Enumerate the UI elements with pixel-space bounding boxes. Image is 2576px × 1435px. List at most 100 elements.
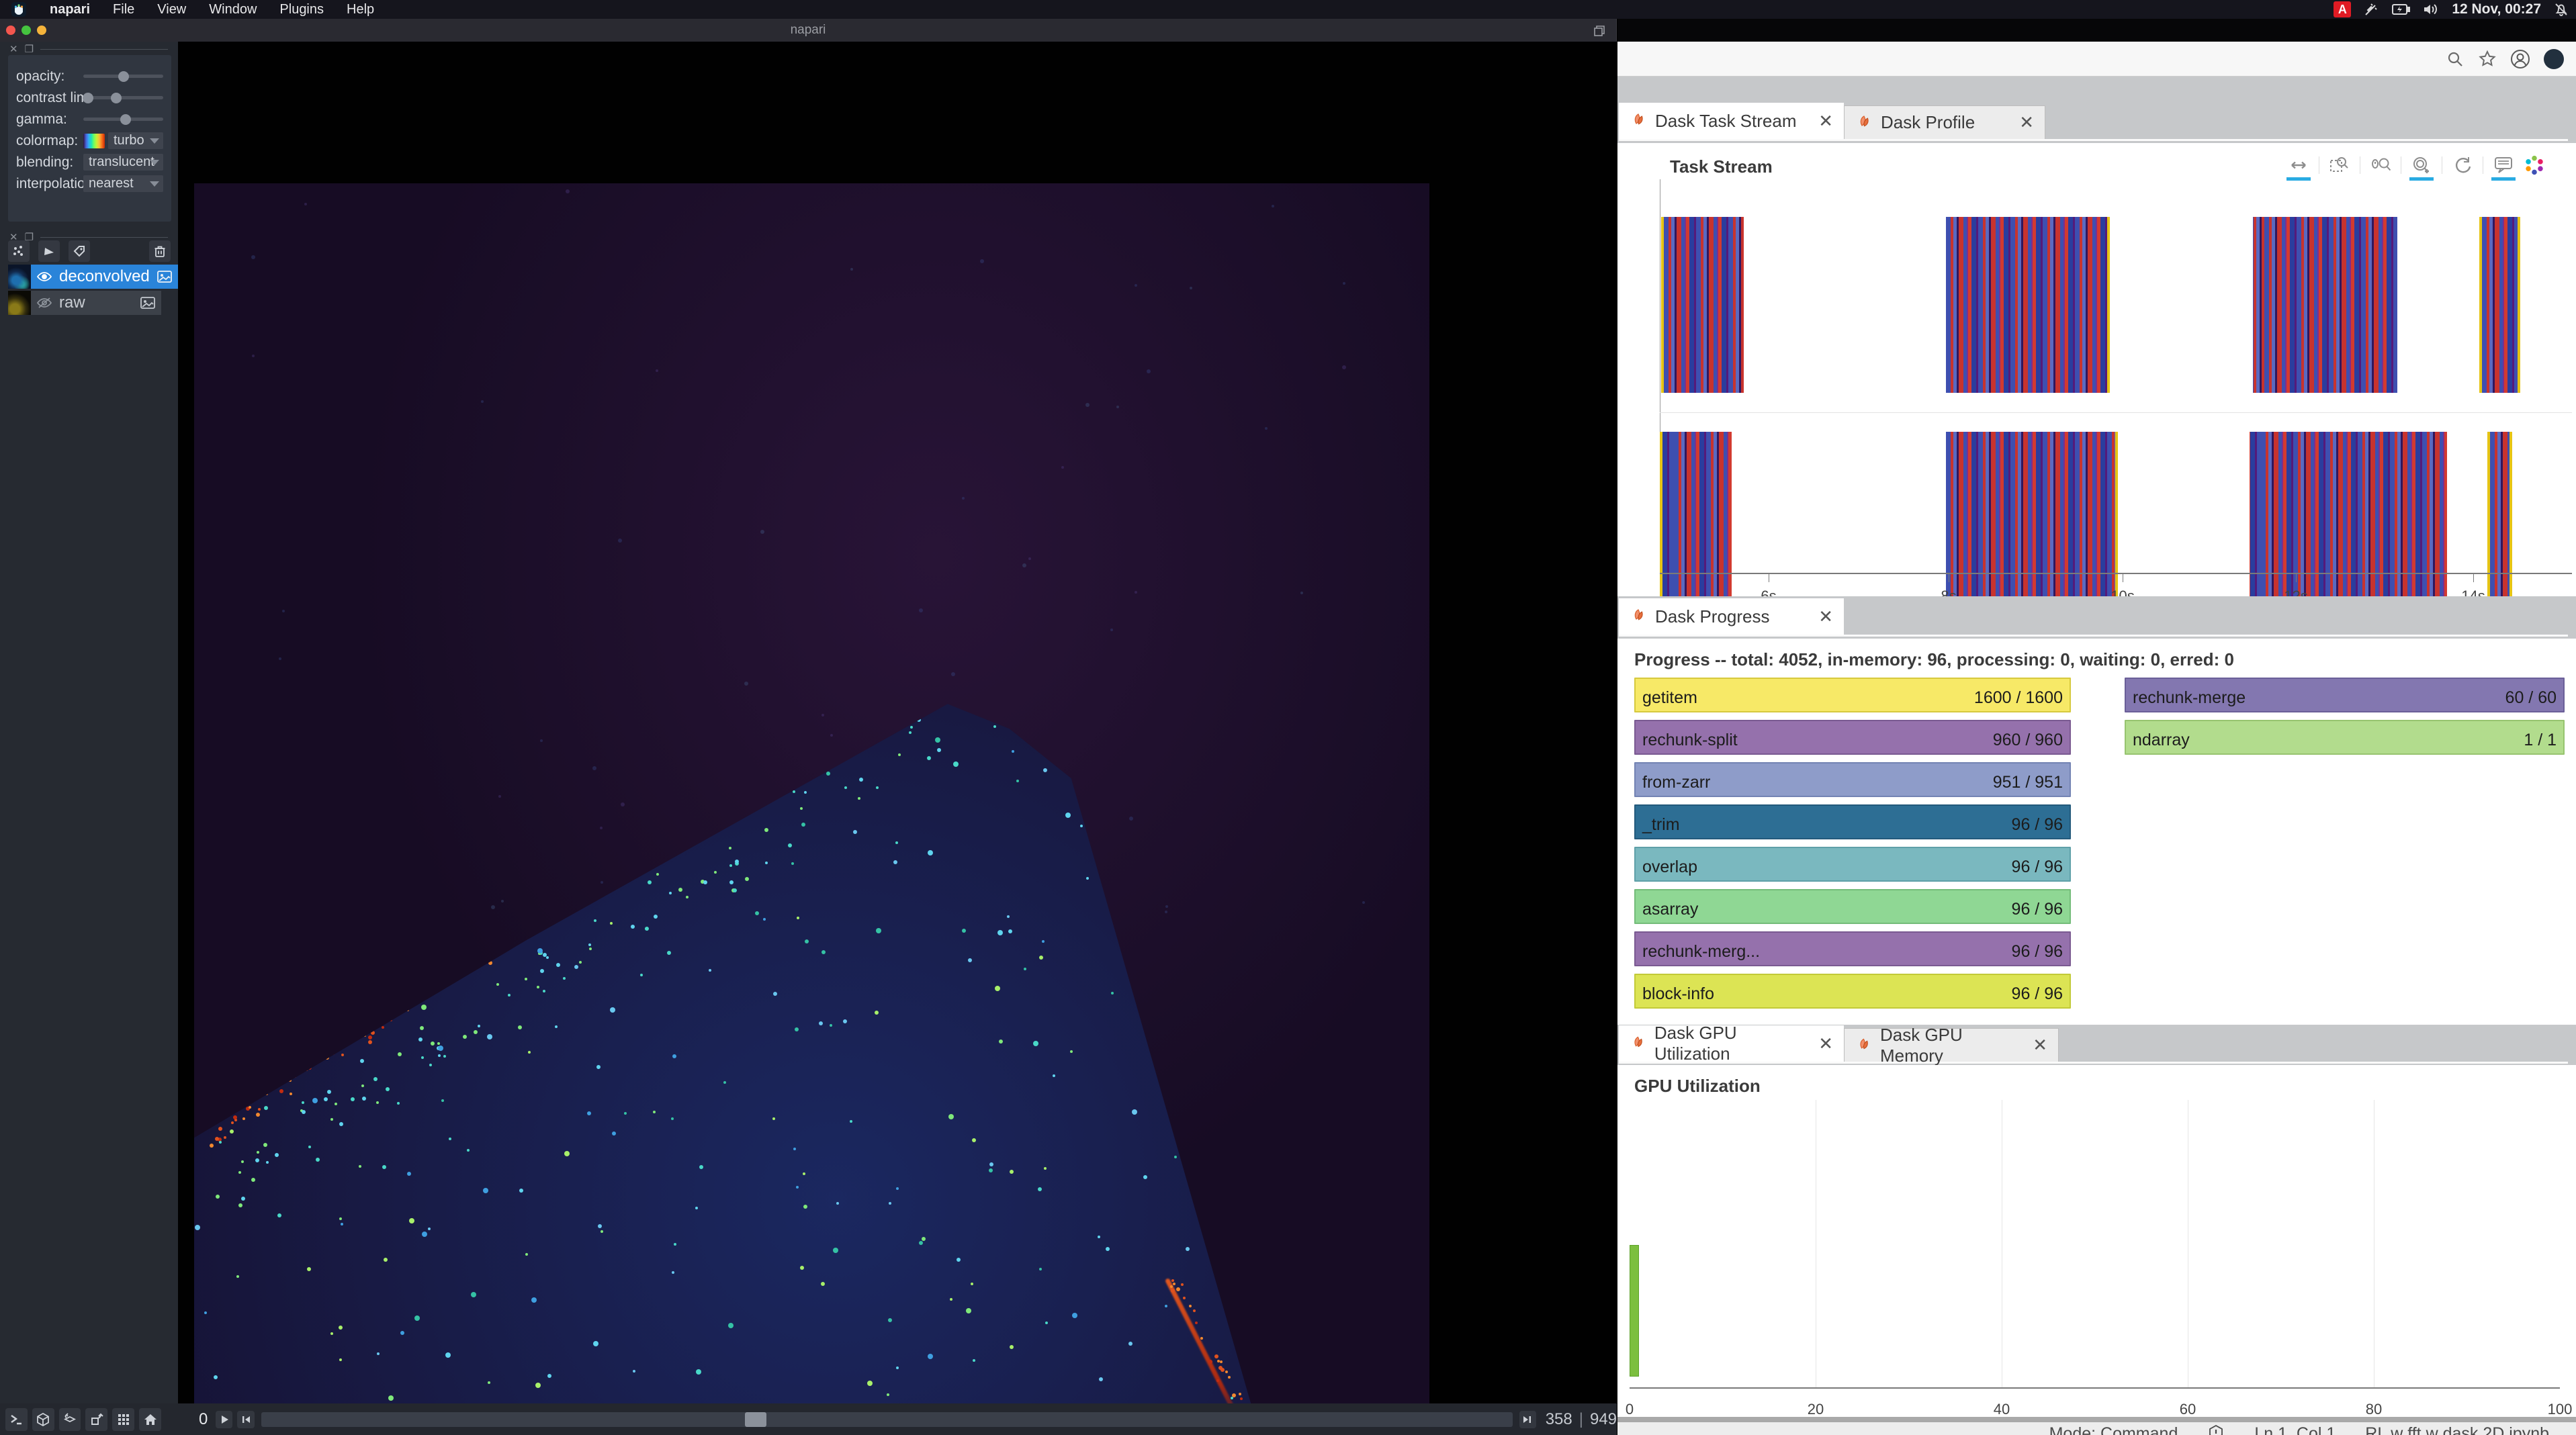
blending-dropdown[interactable]: translucent xyxy=(83,154,163,171)
task-burst xyxy=(2479,217,2520,393)
keyboard-layout-indicator[interactable]: A xyxy=(2334,1,2351,17)
x-tick-label: 14s xyxy=(2461,588,2485,596)
visibility-off-icon[interactable] xyxy=(36,297,52,309)
task-burst xyxy=(2487,432,2512,596)
layer-row-deconvolved[interactable]: deconvolved xyxy=(8,265,161,289)
gamma-slider[interactable] xyxy=(83,118,163,121)
colormap-label: colormap: xyxy=(16,133,83,149)
dask-logo-icon xyxy=(1630,112,1647,130)
dims-slider[interactable] xyxy=(261,1412,1513,1427)
grid-view-button[interactable] xyxy=(112,1408,134,1431)
jupyter-statusbar: Mode: Command Ln 1, Col 1 RL w fft w das… xyxy=(1617,1422,2576,1435)
opacity-slider[interactable] xyxy=(83,75,163,78)
task-stream-panel: Task Stream xyxy=(1617,143,2576,596)
layer-name: raw xyxy=(59,293,85,312)
battery-icon[interactable] xyxy=(2391,2,2410,17)
window-restore-icon[interactable] xyxy=(1593,25,1605,37)
frame-back-button[interactable] xyxy=(237,1411,254,1428)
notifications-off-icon[interactable] xyxy=(2553,1,2569,17)
tab-dask-task-stream[interactable]: Dask Task Stream ✕ xyxy=(1619,103,1844,139)
notebook-name[interactable]: RL w fft w dask 2D.ipynb xyxy=(2365,1424,2549,1435)
dock-float-icon[interactable]: ❐ xyxy=(25,43,34,55)
console-button[interactable] xyxy=(5,1408,28,1431)
menu-item-file[interactable]: File xyxy=(113,2,134,17)
x-tick-label: 60 xyxy=(2180,1401,2196,1417)
gpu-utilization-bar xyxy=(1630,1245,1639,1377)
gpu-utilization-plot[interactable]: 0 20 40 60 80 100 xyxy=(1630,1100,2560,1387)
chevron-down-icon xyxy=(150,181,159,187)
hover-tool-icon[interactable] xyxy=(2493,154,2514,177)
opacity-label: opacity: xyxy=(16,68,83,85)
gpu-tabbar: Dask GPU Utilization ✕ Dask GPU Memory ✕ xyxy=(1619,1027,2568,1064)
dims-slider-handle[interactable] xyxy=(745,1412,766,1427)
tab-dask-progress[interactable]: Dask Progress ✕ xyxy=(1619,598,1844,635)
progress-panel: Progress -- total: 4052, in-memory: 96, … xyxy=(1617,639,2576,1025)
search-icon[interactable] xyxy=(2446,50,2464,68)
wheel-zoom-tool-icon[interactable] xyxy=(2370,154,2391,177)
bokeh-toolbar xyxy=(2288,154,2545,177)
pan-tool-icon[interactable] xyxy=(2288,154,2309,177)
colormap-dropdown[interactable]: turbo xyxy=(108,132,163,149)
image-layer-icon xyxy=(140,296,156,310)
interpolation-dropdown[interactable]: nearest xyxy=(83,175,163,192)
window-title: napari xyxy=(0,23,1616,38)
transpose-dimensions-button[interactable] xyxy=(85,1408,107,1431)
layer-controls-dock: ✕❐ opacity: contrast limits: gamma: colo… xyxy=(0,42,178,1422)
layer-name: deconvolved xyxy=(59,267,150,286)
menu-item-window[interactable]: Window xyxy=(209,2,257,17)
x-tick-label: 8s xyxy=(1941,588,1956,596)
bokeh-logo-icon[interactable] xyxy=(2524,154,2545,177)
add-points-layer-button[interactable] xyxy=(8,240,30,262)
contrast-slider[interactable] xyxy=(83,96,163,99)
task-burst xyxy=(1661,217,1744,393)
close-tab-icon[interactable]: ✕ xyxy=(1818,606,1833,627)
close-tab-icon[interactable]: ✕ xyxy=(1818,111,1833,132)
microscopy-image xyxy=(194,183,1429,1422)
tab-dask-profile[interactable]: Dask Profile ✕ xyxy=(1844,105,2045,139)
box-zoom-tool-icon[interactable] xyxy=(2329,154,2350,177)
bell-icon[interactable] xyxy=(2207,1424,2225,1435)
menu-item-view[interactable]: View xyxy=(157,2,186,17)
tab-dask-gpu-utilization[interactable]: Dask GPU Utilization ✕ xyxy=(1619,1025,1844,1062)
visibility-on-icon[interactable] xyxy=(36,271,52,283)
task-stream-tabbar: Dask Task Stream ✕ Dask Profile ✕ xyxy=(1619,105,2568,141)
add-shapes-layer-button[interactable] xyxy=(38,240,60,262)
tab-dask-gpu-memory[interactable]: Dask GPU Memory ✕ xyxy=(1844,1028,2059,1062)
volume-icon[interactable] xyxy=(2422,2,2440,17)
clock[interactable]: 12 Nov, 00:27 xyxy=(2452,1,2541,17)
layer-row-raw[interactable]: raw xyxy=(8,291,161,315)
user-icon[interactable] xyxy=(2510,49,2530,69)
home-reset-view-button[interactable] xyxy=(139,1408,161,1431)
play-button[interactable] xyxy=(216,1411,232,1428)
network-plug-icon[interactable] xyxy=(2363,1,2379,17)
viewer-canvas[interactable] xyxy=(178,42,1617,1422)
roll-dimensions-button[interactable] xyxy=(59,1408,81,1431)
close-tab-icon[interactable]: ✕ xyxy=(2033,1035,2047,1056)
profile-avatar[interactable] xyxy=(2544,49,2564,69)
zoom-in-tool-icon[interactable] xyxy=(2411,154,2432,177)
menu-item-help[interactable]: Help xyxy=(347,2,374,17)
cursor-position: Ln 1, Col 1 xyxy=(2254,1424,2336,1435)
x-tick-label: 100 xyxy=(2548,1401,2573,1417)
task-burst xyxy=(1660,432,1732,596)
task-stream-plot[interactable]: 6s 8s 10s 12s 14s xyxy=(1660,179,2573,573)
interpolation-control: interpolation: nearest xyxy=(16,175,163,192)
reset-tool-icon[interactable] xyxy=(2452,154,2473,177)
dask-dashboard-area: Dask Task Stream ✕ Dask Profile ✕ Task S… xyxy=(1617,19,2576,1435)
interpolation-label: interpolation: xyxy=(16,176,83,192)
star-icon[interactable] xyxy=(2478,50,2497,68)
delete-layer-button[interactable] xyxy=(149,240,171,262)
blending-label: blending: xyxy=(16,154,83,171)
ndisplay-toggle-button[interactable] xyxy=(32,1408,54,1431)
dock-header-controls[interactable]: ✕❐ xyxy=(9,43,168,55)
task-burst xyxy=(1946,432,2118,596)
menu-item-plugins[interactable]: Plugins xyxy=(279,2,324,17)
contrast-control: contrast limits: xyxy=(16,89,163,106)
close-tab-icon[interactable]: ✕ xyxy=(1818,1033,1833,1054)
menu-app-name[interactable]: napari xyxy=(50,2,90,17)
add-labels-layer-button[interactable] xyxy=(69,240,90,262)
progress-bar-rechunk-merg: rechunk-merg...96 / 96 xyxy=(1634,931,2071,966)
frame-forward-button[interactable] xyxy=(1519,1411,1536,1428)
close-tab-icon[interactable]: ✕ xyxy=(2019,112,2034,133)
dock-close-icon[interactable]: ✕ xyxy=(9,43,18,55)
